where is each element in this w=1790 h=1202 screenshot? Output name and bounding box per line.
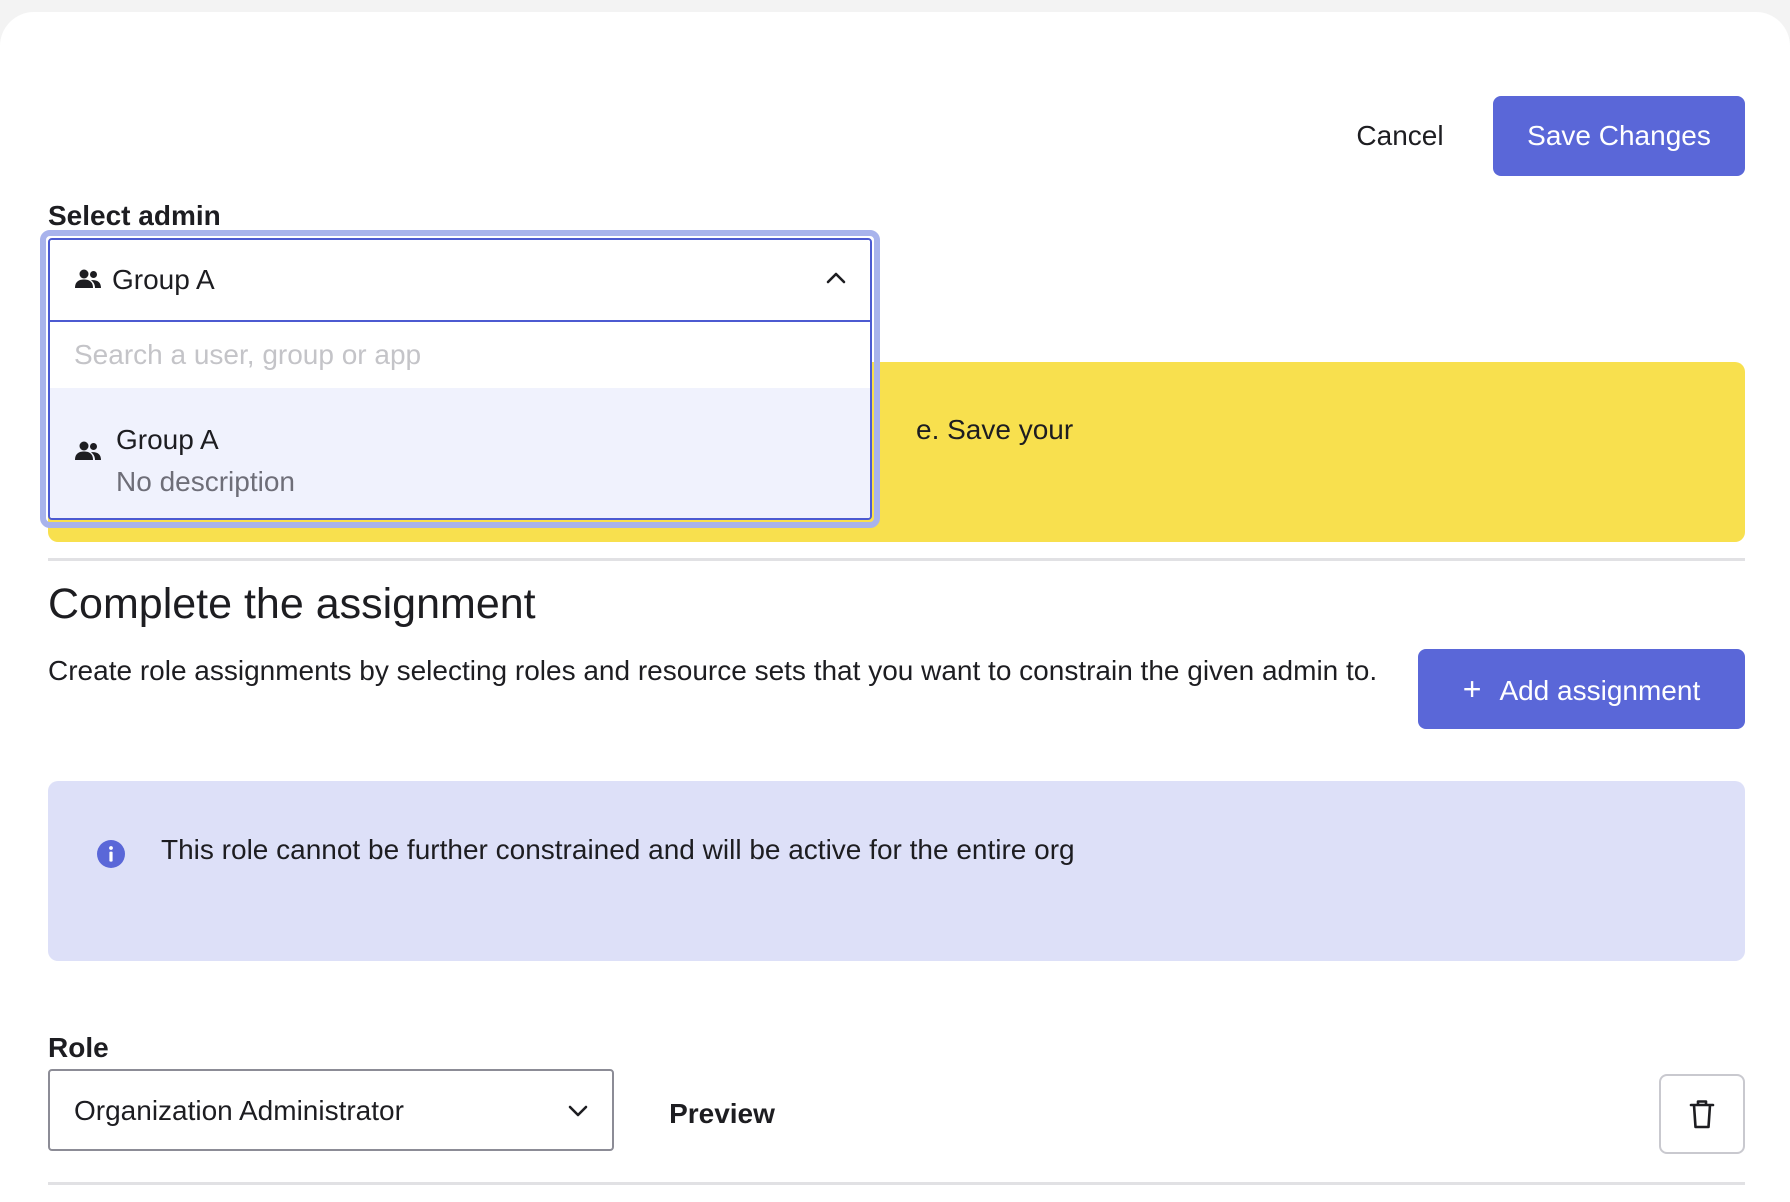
admin-select-toggle[interactable]: Group A (50, 240, 870, 322)
section-divider (48, 558, 1745, 561)
cancel-button[interactable]: Cancel (1320, 96, 1480, 176)
plus-icon: + (1462, 670, 1482, 707)
select-admin-label: Select admin (48, 200, 221, 231)
section-title: Complete the assignment (48, 580, 536, 628)
info-text: This role cannot be further constrained … (161, 834, 1075, 865)
admin-select-dropdown[interactable]: Group A Group A No description (48, 238, 872, 520)
save-changes-button[interactable]: Save Changes (1493, 96, 1745, 176)
admin-search-input[interactable] (50, 322, 870, 388)
role-label: Role (48, 1032, 109, 1063)
delete-assignment-button[interactable] (1659, 1074, 1745, 1154)
chevron-down-icon (566, 1099, 590, 1128)
option-description: No description (116, 466, 295, 497)
info-banner: This role cannot be further constrained … (48, 781, 1745, 961)
bottom-divider (48, 1182, 1745, 1185)
chevron-up-icon (824, 266, 848, 295)
admin-option-group-a[interactable]: Group A No description (50, 388, 870, 518)
role-select-value: Organization Administrator (74, 1095, 404, 1126)
section-description: Create role assignments by selecting rol… (48, 655, 1378, 686)
group-icon (74, 268, 102, 295)
group-icon (74, 440, 102, 467)
preview-button[interactable]: Preview (650, 1074, 794, 1154)
info-icon (96, 839, 126, 874)
trash-icon (1689, 1100, 1715, 1129)
warning-text: e. Save your (916, 414, 1074, 445)
assignment-panel: Cancel Save Changes Select admin e. Save… (0, 12, 1790, 1202)
add-assignment-label: Add assignment (1499, 674, 1701, 706)
add-assignment-button[interactable]: + Add assignment (1418, 649, 1745, 729)
option-title: Group A (116, 424, 219, 455)
admin-select-value: Group A (112, 264, 215, 295)
role-select[interactable]: Organization Administrator (48, 1069, 614, 1151)
